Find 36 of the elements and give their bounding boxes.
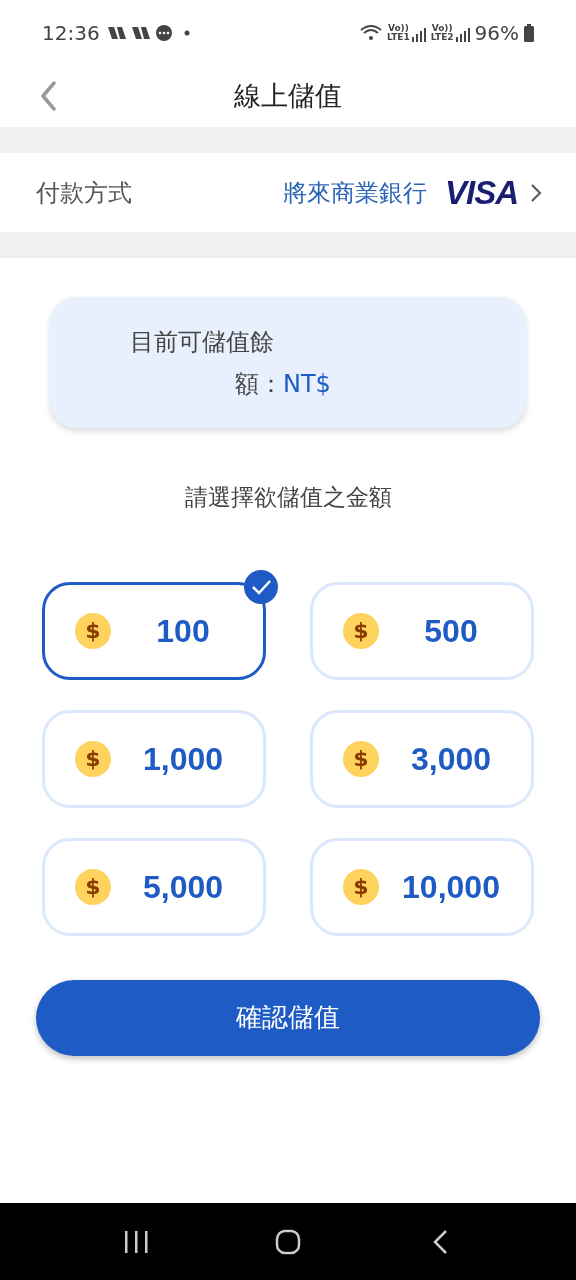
amount-option[interactable]: $ 1,000 xyxy=(42,709,266,808)
battery-icon xyxy=(524,23,534,42)
network-label: LTE1 xyxy=(386,32,410,42)
volte-label: Vo)) xyxy=(387,23,409,33)
coin-icon: $ xyxy=(75,740,111,777)
amount-option[interactable]: $ 5,000 xyxy=(42,837,266,936)
coin-icon: $ xyxy=(343,740,379,777)
wifi-icon xyxy=(359,23,382,42)
volte-label: Vo)) xyxy=(431,23,453,33)
check-badge-icon xyxy=(244,569,278,604)
balance-label-continued: 額： xyxy=(235,368,283,400)
signal-icon xyxy=(411,27,426,42)
coin-icon: $ xyxy=(75,612,111,649)
network-label: LTE2 xyxy=(430,32,454,42)
clock: 12:36 xyxy=(42,19,100,47)
balance-label: 目前可儲值餘 xyxy=(130,326,275,358)
back-icon xyxy=(432,1228,448,1255)
battery-percent: 96% xyxy=(474,19,519,47)
signal-icon xyxy=(455,27,470,42)
chevron-right-icon xyxy=(530,182,542,203)
page-title: 線上儲值 xyxy=(234,78,342,113)
bank-name: 將來商業銀行 xyxy=(282,177,427,209)
recent-apps-icon xyxy=(124,1230,148,1253)
home-icon xyxy=(275,1228,301,1255)
amount-option[interactable]: $ 3,000 xyxy=(310,709,534,808)
balance-currency: NT$ xyxy=(283,368,331,400)
back-icon xyxy=(40,81,56,111)
amount-prompt: 請選擇欲儲值之金額 xyxy=(184,483,392,512)
coin-icon: $ xyxy=(343,868,379,905)
amount-option[interactable]: $ 500 xyxy=(310,581,534,680)
amount-option[interactable]: $ 10,000 xyxy=(310,837,534,936)
card-brand-logo: VISA xyxy=(444,172,518,213)
coin-icon: $ xyxy=(343,612,379,649)
confirm-button[interactable]: 確認儲值 xyxy=(36,979,540,1056)
coin-icon: $ xyxy=(75,868,111,905)
amount-option[interactable]: $ 100 xyxy=(42,581,266,680)
